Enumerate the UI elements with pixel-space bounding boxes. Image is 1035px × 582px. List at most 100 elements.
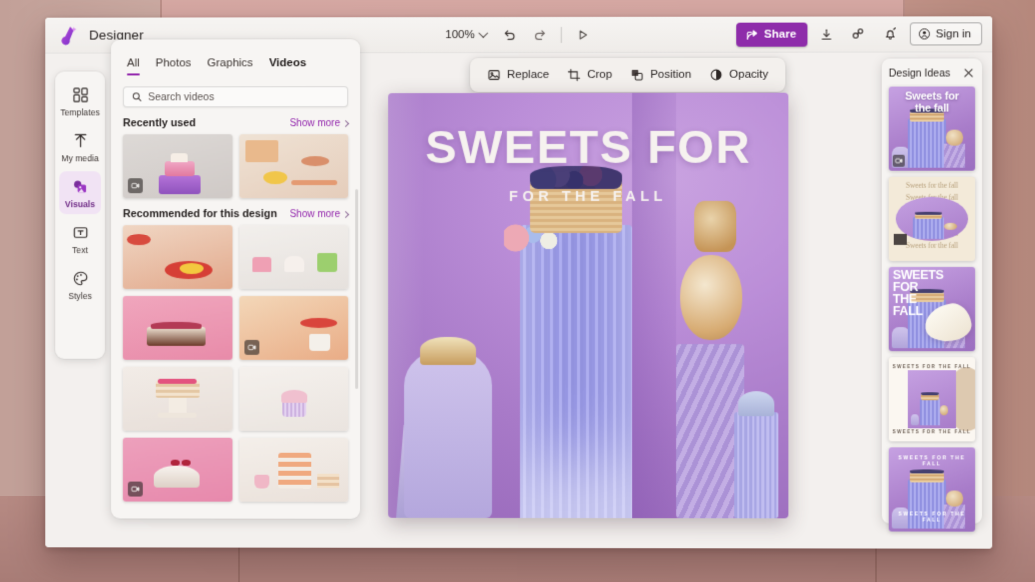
asset-thumb-croissant-and-mug-table[interactable] (238, 295, 349, 360)
tab-graphics-label: Graphics (207, 57, 254, 70)
sidebar-item-templates[interactable]: Templates (59, 79, 101, 122)
opacity-button[interactable]: Opacity (702, 65, 775, 85)
undo-button[interactable] (497, 21, 523, 47)
tab-all[interactable]: All (127, 57, 140, 75)
tab-videos-label: Videos (268, 57, 307, 70)
asset-thumb-single-cupcake-white[interactable] (238, 366, 349, 431)
asset-thumb-orange-slice-red-plate[interactable] (122, 225, 232, 289)
redo-button[interactable] (527, 21, 553, 47)
text-box-icon (72, 223, 89, 242)
sidebar-label-visuals: Visuals (65, 199, 96, 210)
video-badge (243, 339, 259, 355)
designer-logo-icon (57, 24, 79, 46)
show-more-recommended[interactable]: Show more (289, 208, 350, 220)
idea-caption: Sweets for the fall (904, 90, 959, 115)
sidebar-item-text[interactable]: Text (59, 217, 101, 260)
left-pedestal (404, 347, 493, 518)
video-camera-icon (247, 345, 256, 351)
asset-thumb-macaron-tower-tray[interactable] (238, 437, 349, 502)
far-right-column (734, 411, 779, 519)
position-label: Position (650, 68, 692, 81)
search-input[interactable] (147, 90, 340, 103)
asset-thumb-cherry-dome-dessert-pink[interactable] (122, 437, 232, 502)
video-camera-icon (895, 157, 903, 165)
canvas-subhead-text[interactable]: FOR THE FALL (388, 188, 788, 205)
sign-in-button[interactable]: Sign in (909, 22, 983, 46)
tab-photos[interactable]: Photos (156, 57, 192, 75)
sidebar-label-styles: Styles (68, 290, 92, 301)
sidebar-label-templates: Templates (60, 107, 100, 118)
idea-caption-bottom: SWEETS FOR THE FALL (892, 429, 972, 435)
position-layers-icon (631, 69, 643, 81)
position-button[interactable]: Position (623, 65, 698, 85)
opacity-circle-icon (710, 69, 721, 81)
share-button[interactable]: Share (736, 22, 808, 47)
replace-button[interactable]: Replace (480, 65, 556, 85)
tab-videos[interactable]: Videos (269, 57, 306, 75)
show-more-label-recommended: Show more (289, 208, 341, 220)
panel-scrollbar[interactable] (355, 189, 359, 389)
design-ideas-header: Design Ideas (889, 66, 975, 79)
design-idea-circular-text-ring[interactable]: SWEETS FOR THE FALL SWEETS FOR THE FALL (888, 447, 976, 532)
asset-thumb-three-desserts-pastel[interactable] (238, 225, 349, 289)
play-present-icon (579, 29, 587, 39)
zoom-level-value: 100% (445, 28, 475, 41)
design-ideas-panel: Design Ideas Sweets for the fall Sweets f… (881, 58, 983, 532)
replace-label: Replace (507, 68, 550, 82)
bell-icon (883, 26, 898, 41)
opacity-label: Opacity (729, 68, 769, 81)
video-camera-icon (131, 485, 140, 494)
image-replace-icon (488, 70, 500, 80)
search-icon (133, 92, 142, 102)
tab-graphics[interactable]: Graphics (207, 57, 253, 75)
video-badge (127, 178, 143, 194)
zoom-level-dropdown[interactable]: 100% (439, 26, 492, 44)
crop-label: Crop (587, 68, 613, 81)
sidebar-item-my-media[interactable]: My media (59, 125, 101, 168)
show-more-recently-used[interactable]: Show more (289, 117, 350, 129)
chevron-right-icon (342, 210, 350, 218)
design-idea-repeating-serif-oval[interactable]: Sweets for the fallSweets for the fallSw… (888, 176, 976, 261)
idea-photo (907, 370, 957, 428)
asset-thumb-pink-purple-tiered-cake[interactable] (122, 134, 232, 199)
design-idea-bold-stacked-blob[interactable]: SWEETS FOR THE FALL (888, 266, 976, 352)
chevron-right-icon (342, 119, 350, 127)
crop-icon (567, 68, 581, 82)
small-bread-roll (694, 201, 737, 253)
design-canvas[interactable]: SWEETS FOR FOR THE FALL (388, 92, 789, 519)
center-fluted-pedestal (519, 224, 633, 519)
design-idea-sweets-for-the-fall-centered[interactable]: Sweets for the fall (888, 86, 976, 171)
asset-thumb-layer-cake-on-stand[interactable] (122, 366, 232, 431)
video-camera-icon (131, 183, 140, 189)
sidebar-item-visuals[interactable]: Visuals (59, 171, 101, 215)
asset-thumb-raspberry-cheesecake-pink[interactable] (122, 295, 232, 360)
design-idea-framed-minimal-bands[interactable]: SWEETS FOR THE FALL SWEETS FOR THE FALL (888, 357, 976, 442)
sidebar-label-text: Text (72, 245, 89, 256)
account-circle-icon (918, 27, 931, 40)
link-icon (851, 27, 866, 42)
undo-icon (504, 29, 515, 40)
search-bar[interactable] (122, 86, 349, 108)
show-more-label-recent: Show more (289, 117, 341, 129)
close-icon[interactable] (962, 66, 975, 79)
copy-link-button[interactable] (845, 21, 871, 47)
sidebar-label-my-media: My media (61, 153, 99, 164)
toolbar-divider (560, 26, 562, 43)
canvas-headline-text[interactable]: SWEETS FOR (388, 120, 788, 173)
video-badge (892, 154, 905, 167)
asset-browser-panel: All Photos Graphics Videos Recently used… (110, 39, 361, 519)
notifications-button[interactable] (878, 21, 904, 47)
present-button[interactable] (570, 21, 596, 47)
palette-icon (72, 269, 89, 288)
download-button[interactable] (813, 21, 839, 47)
idea-caption-top: SWEETS FOR THE FALL (892, 364, 972, 370)
asset-thumb-citrus-on-table-still-life[interactable] (238, 134, 349, 199)
visuals-shapes-icon (71, 177, 89, 196)
upload-arrow-icon (72, 131, 89, 150)
section-title-recently-used: Recently used (122, 117, 196, 130)
crop-button[interactable]: Crop (560, 65, 619, 85)
redo-icon (534, 29, 545, 40)
sidebar-item-styles[interactable]: Styles (59, 263, 101, 306)
account-actions: Share Sign in (736, 21, 983, 47)
section-header-recommended: Recommended for this design Show more (111, 198, 360, 225)
